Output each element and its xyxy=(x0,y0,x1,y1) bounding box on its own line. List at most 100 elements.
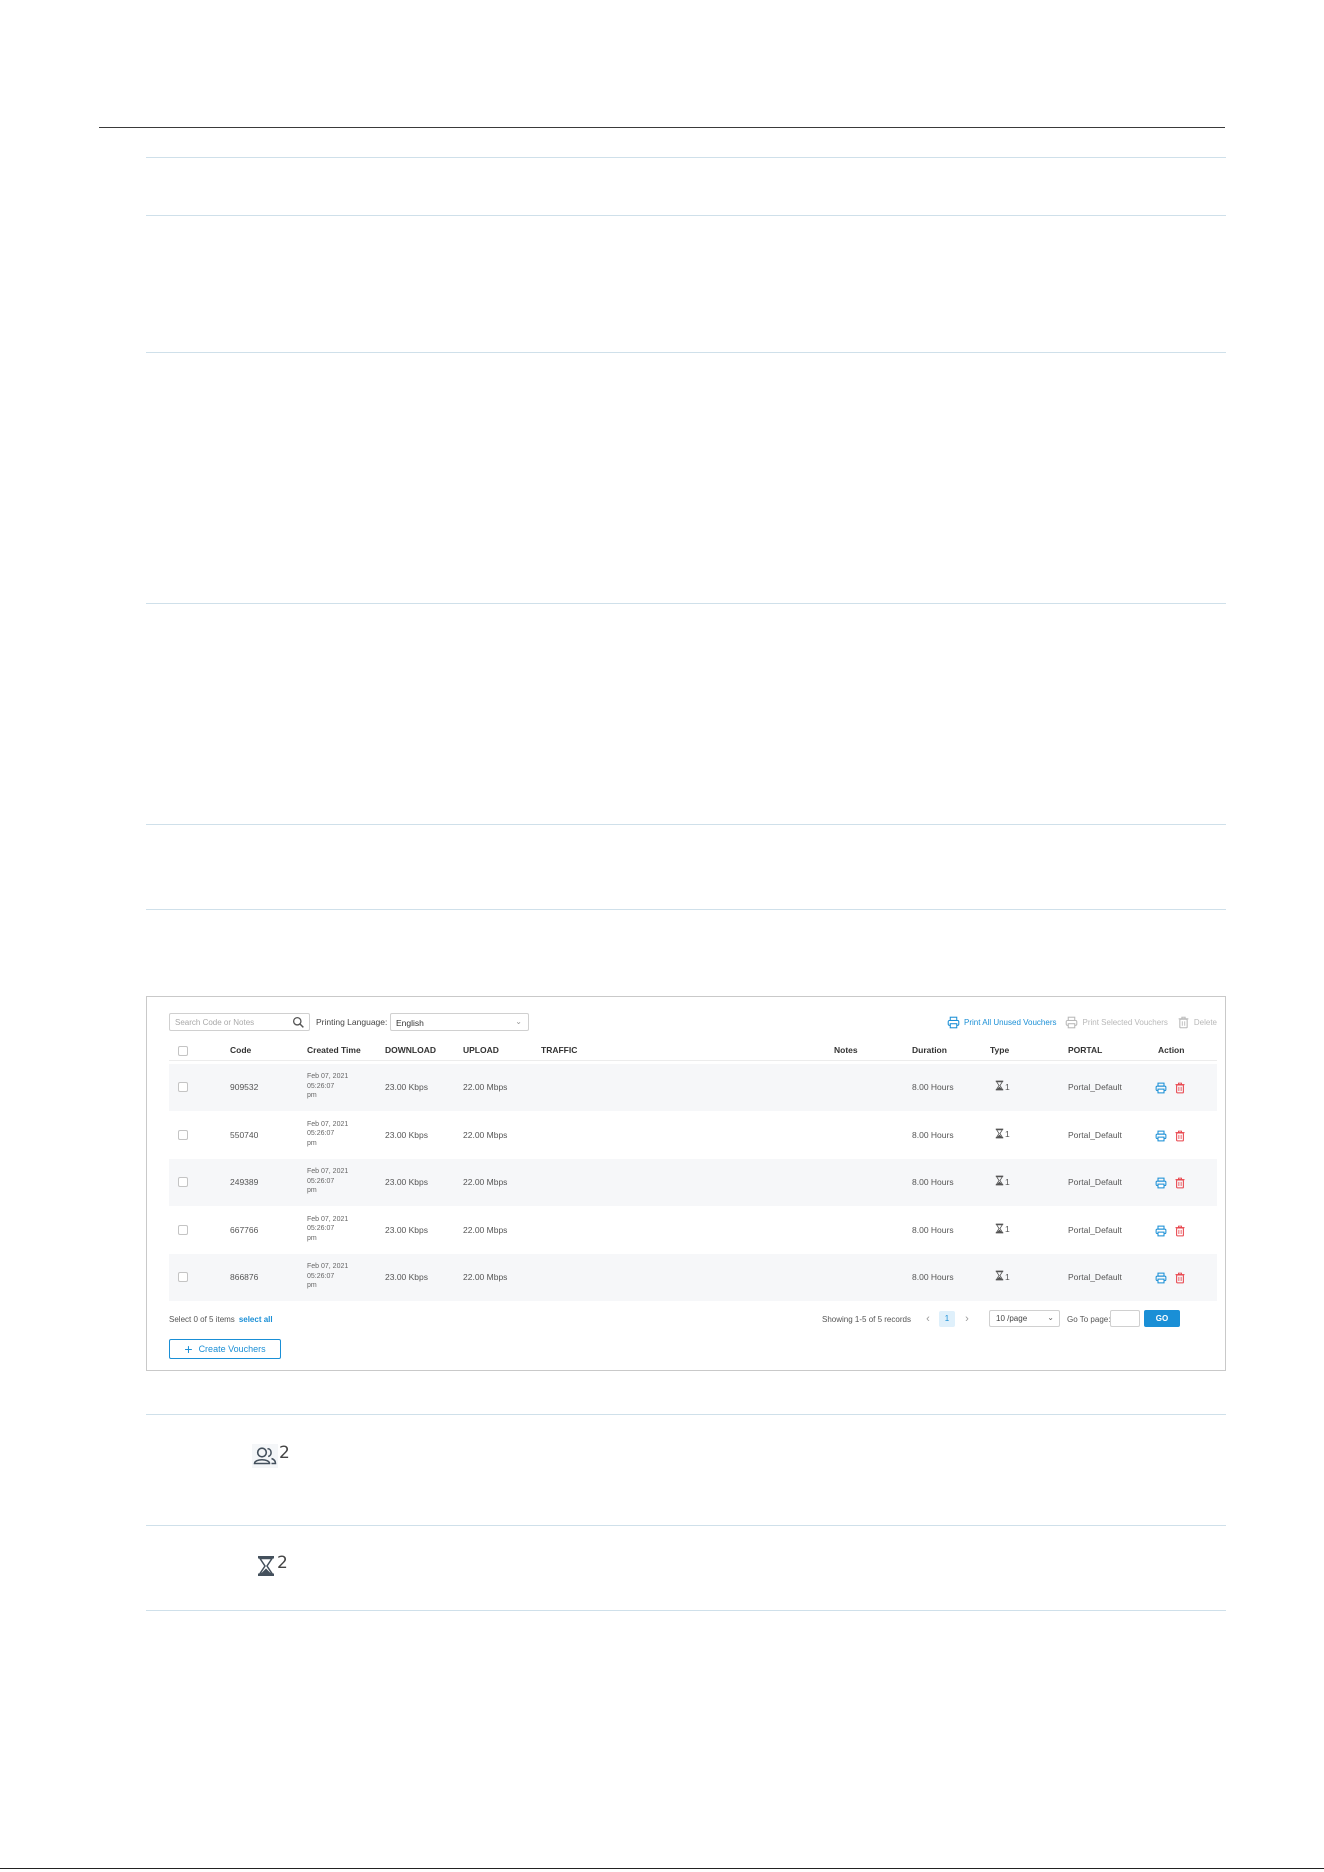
created-meridiem: pm xyxy=(307,1234,317,1242)
voucher-type: 1 xyxy=(995,1270,1010,1283)
row-checkbox[interactable] xyxy=(178,1177,188,1187)
column-header-traffic[interactable]: TRAFFIC xyxy=(541,1045,577,1055)
column-header-download[interactable]: DOWNLOAD xyxy=(385,1045,436,1055)
download-rate: 23.00 Kbps xyxy=(385,1272,429,1282)
delete-label: Delete xyxy=(1193,1017,1217,1027)
printer-icon[interactable] xyxy=(1155,1129,1167,1141)
print-selected-button[interactable]: Print Selected Vouchers xyxy=(1065,1016,1168,1029)
page-number-button[interactable]: 1 xyxy=(939,1311,955,1327)
printer-icon[interactable] xyxy=(1155,1224,1167,1236)
create-vouchers-label: Create Vouchers xyxy=(198,1344,266,1354)
download-rate: 23.00 Kbps xyxy=(385,1082,429,1092)
goto-page-input[interactable] xyxy=(1110,1310,1140,1327)
records-summary: Showing 1-5 of 5 records xyxy=(822,1315,911,1324)
duration: 8.00 Hours xyxy=(912,1129,954,1140)
table-row-divider xyxy=(146,1525,1226,1526)
created-clock: 05:26:07 xyxy=(307,1272,335,1280)
hourglass-icon xyxy=(995,1223,1004,1236)
plus-icon: + xyxy=(184,1341,193,1357)
column-header-type[interactable]: Type xyxy=(990,1045,1009,1055)
page-size-value: 10 /page xyxy=(996,1314,1028,1323)
trash-icon[interactable] xyxy=(1174,1271,1186,1284)
hourglass-icon xyxy=(995,1080,1004,1093)
download-rate: 23.00 Kbps xyxy=(385,1177,429,1187)
trash-icon[interactable] xyxy=(1174,1176,1186,1189)
selection-count: Select 0 of 5 items xyxy=(169,1315,235,1324)
table-row-divider xyxy=(146,157,1226,158)
type-count: 1 xyxy=(1005,1271,1010,1282)
goto-page-label: Go To page: xyxy=(1067,1315,1111,1324)
column-header-code[interactable]: Code xyxy=(230,1045,251,1055)
trash-icon[interactable] xyxy=(1174,1129,1186,1141)
table-row[interactable]: 249389 Feb 07, 2021 05:26:07 pm 23.00 Kbps 22… xyxy=(169,1159,1217,1206)
select-all-link[interactable]: select all xyxy=(239,1315,273,1324)
prev-page-button[interactable]: ‹ xyxy=(920,1311,936,1327)
created-date: Feb 07, 2021 xyxy=(307,1215,349,1223)
print-all-unused-button[interactable]: Print All Unused Vouchers xyxy=(947,1016,1057,1029)
row-checkbox[interactable] xyxy=(178,1224,188,1235)
download-rate: 23.00 Kbps xyxy=(385,1224,429,1235)
duration: 8.00 Hours xyxy=(912,1224,954,1235)
table-row[interactable]: 667766 Feb 07, 2021 05:26:07 pm 23.00 Kbps 22… xyxy=(169,1207,1217,1254)
trash-icon[interactable] xyxy=(1174,1081,1186,1094)
printer-icon[interactable] xyxy=(1155,1271,1167,1284)
printer-icon[interactable] xyxy=(1155,1081,1167,1094)
voucher-type: 1 xyxy=(995,1175,1010,1188)
duration: 8.00 Hours xyxy=(912,1177,954,1187)
upload-rate: 22.00 Mbps xyxy=(463,1272,508,1282)
hourglass-icon xyxy=(995,1270,1004,1283)
table-row-divider xyxy=(146,909,1226,910)
row-checkbox[interactable] xyxy=(178,1272,188,1282)
delete-button[interactable]: Delete xyxy=(1177,1016,1217,1029)
voucher-code: 249389 xyxy=(230,1177,259,1187)
table-row[interactable]: 550740 Feb 07, 2021 05:26:07 pm 23.00 Kbps 22… xyxy=(169,1112,1217,1159)
page-size-select[interactable]: 10 /page ⌄ xyxy=(989,1310,1060,1327)
type-count: 1 xyxy=(1005,1224,1010,1234)
column-header-notes[interactable]: Notes xyxy=(834,1045,858,1055)
created-clock: 05:26:07 xyxy=(307,1082,335,1090)
created-time: Feb 07, 2021 05:26:07 pm xyxy=(307,1167,357,1196)
table-row[interactable]: 866876 Feb 07, 2021 05:26:07 pm 23.00 Kbps 22… xyxy=(169,1254,1217,1301)
table-row-divider xyxy=(146,824,1226,825)
trash-icon[interactable] xyxy=(1174,1224,1186,1236)
chevron-down-icon: ⌄ xyxy=(515,1017,522,1026)
next-page-button[interactable]: › xyxy=(959,1311,975,1327)
search-icon[interactable] xyxy=(292,1016,305,1029)
users-icon xyxy=(252,1444,278,1468)
page-footer-rule xyxy=(0,1868,1324,1869)
created-meridiem: pm xyxy=(307,1139,317,1147)
table-header: Code Created Time DOWNLOAD UPLOAD TRAFFI… xyxy=(169,1041,1217,1061)
column-header-created-time[interactable]: Created Time xyxy=(307,1045,361,1055)
voucher-toolbar: Search Code or Notes Printing Language: … xyxy=(169,1013,1217,1035)
go-button[interactable]: GO xyxy=(1144,1310,1180,1327)
printer-icon xyxy=(947,1016,960,1028)
table-row[interactable]: 909532 Feb 07, 2021 05:26:07 pm 23.00 Kbps 22… xyxy=(169,1064,1217,1111)
select-all-checkbox[interactable] xyxy=(178,1046,188,1056)
voucher-code: 667766 xyxy=(230,1224,259,1235)
duration: 8.00 Hours xyxy=(912,1272,954,1282)
printer-icon[interactable] xyxy=(1155,1176,1167,1189)
create-vouchers-button[interactable]: + Create Vouchers xyxy=(169,1339,281,1359)
portal-name: Portal_Default xyxy=(1068,1129,1122,1140)
printing-language-select[interactable]: English ⌄ xyxy=(390,1013,529,1031)
table-row-divider xyxy=(146,215,1226,216)
column-header-duration[interactable]: Duration xyxy=(912,1045,947,1055)
printing-language-value: English xyxy=(396,1018,424,1028)
printing-language-label: Printing Language: xyxy=(316,1017,388,1027)
search-input[interactable]: Search Code or Notes xyxy=(169,1013,310,1031)
row-checkbox[interactable] xyxy=(178,1082,188,1092)
column-header-upload[interactable]: UPLOAD xyxy=(463,1045,499,1055)
print-all-unused-label: Print All Unused Vouchers xyxy=(963,1017,1057,1027)
created-date: Feb 07, 2021 xyxy=(307,1168,349,1175)
created-meridiem: pm xyxy=(307,1092,317,1099)
column-header-portal[interactable]: PORTAL xyxy=(1068,1045,1102,1055)
portal-name: Portal_Default xyxy=(1068,1177,1122,1187)
top-rule xyxy=(99,127,1225,128)
portal-name: Portal_Default xyxy=(1068,1272,1122,1282)
upload-rate: 22.00 Mbps xyxy=(463,1177,508,1187)
voucher-code: 909532 xyxy=(230,1082,259,1092)
hourglass-icon xyxy=(258,1556,274,1576)
table-row-divider xyxy=(146,1414,1226,1415)
voucher-list-screenshot: Search Code or Notes Printing Language: … xyxy=(146,996,1226,1371)
row-checkbox[interactable] xyxy=(178,1129,188,1140)
